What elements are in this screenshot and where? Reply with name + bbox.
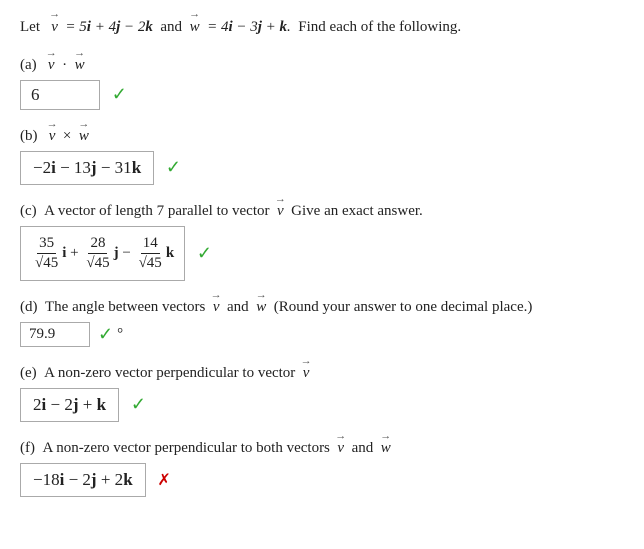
part-d: (d) The angle between vectors v and w (R… xyxy=(20,299,624,347)
part-b-label: (b) v × w xyxy=(20,128,624,145)
w-arrow: w xyxy=(190,16,200,39)
part-c-frac-k-frac: 14 √45 xyxy=(137,235,164,272)
part-f-answer-row: −18i − 2j + 2k ✗ xyxy=(20,463,624,497)
part-b-v: v xyxy=(49,128,56,145)
part-e-v: v xyxy=(303,365,310,382)
instruction: Find each of the following. xyxy=(298,19,461,35)
part-a-answer-box[interactable]: 6 xyxy=(20,80,100,110)
part-d-and: and xyxy=(227,299,249,315)
part-d-check-icon: ✓ xyxy=(98,324,113,345)
part-a: (a) v · w 6 ✓ xyxy=(20,57,624,110)
statement-prefix: Let xyxy=(20,19,40,35)
part-e: (e) A non-zero vector perpendicular to v… xyxy=(20,365,624,422)
part-f-label: (f) A non-zero vector perpendicular to b… xyxy=(20,440,624,457)
part-b-w: w xyxy=(79,128,89,145)
part-a-v: v xyxy=(48,57,55,74)
part-f-and: and xyxy=(352,440,374,456)
part-b-answer-box[interactable]: −2i − 13j − 31k xyxy=(20,151,154,185)
part-b-check-icon: ✓ xyxy=(166,157,181,177)
part-f: (f) A non-zero vector perpendicular to b… xyxy=(20,440,624,497)
part-a-answer-value: 6 xyxy=(31,85,40,105)
part-f-v: v xyxy=(337,440,344,457)
part-b: (b) v × w −2i − 13j − 31k ✓ xyxy=(20,128,624,185)
part-e-answer-box[interactable]: 2i − 2j + k xyxy=(20,388,119,422)
and-connector: and xyxy=(160,19,182,35)
part-e-answer-value: 2i − 2j + k xyxy=(33,395,106,415)
part-e-answer-row: 2i − 2j + k ✓ xyxy=(20,388,624,422)
part-f-answer-value: −18i − 2j + 2k xyxy=(33,470,133,490)
part-e-label: (e) A non-zero vector perpendicular to v… xyxy=(20,365,624,382)
part-d-v: v xyxy=(213,299,220,316)
part-c-frac-i: 35 √45 i xyxy=(31,235,66,272)
part-f-cross-icon: ✗ xyxy=(157,472,170,489)
part-d-answer-box[interactable]: 79.9 xyxy=(20,322,90,347)
part-b-answer-value: −2i − 13j − 31k xyxy=(33,158,141,178)
part-a-answer-row: 6 ✓ xyxy=(20,80,624,110)
part-b-answer-row: −2i − 13j − 31k ✓ xyxy=(20,151,624,185)
part-d-desc: (d) The angle between vectors v and w (R… xyxy=(20,299,624,316)
part-a-check-icon: ✓ xyxy=(112,84,127,104)
part-d-answer-row: 79.9 ✓ ° xyxy=(20,322,123,347)
part-d-answer-value: 79.9 xyxy=(29,326,55,342)
v-arrow: v xyxy=(51,16,58,39)
part-c-frac-j: 28 √45 j xyxy=(82,235,118,272)
part-c-frac-j-frac: 28 √45 xyxy=(84,235,111,272)
v-vector: v = 5i + 4j − 2k xyxy=(48,19,157,35)
part-c-answer-box[interactable]: 35 √45 i + 28 √45 j − 14 √45 k xyxy=(20,226,185,281)
part-c-check-icon: ✓ xyxy=(197,243,212,263)
part-c-v: v xyxy=(277,203,284,220)
problem-statement: Let v = 5i + 4j − 2k and w = 4i − 3j + k… xyxy=(20,16,624,39)
part-d-w: w xyxy=(256,299,266,316)
part-c: (c) A vector of length 7 parallel to vec… xyxy=(20,203,624,281)
part-e-check-icon: ✓ xyxy=(131,394,146,414)
part-c-frac-k: 14 √45 k xyxy=(135,235,175,272)
part-c-answer-row: 35 √45 i + 28 √45 j − 14 √45 k ✓ xyxy=(20,226,624,281)
w-vector: w = 4i − 3j + k. xyxy=(190,19,295,35)
part-c-frac-i-frac: 35 √45 xyxy=(33,235,60,272)
part-f-w: w xyxy=(381,440,391,457)
part-d-degree: ° xyxy=(117,326,123,343)
part-a-w: w xyxy=(75,57,85,74)
part-a-label: (a) v · w xyxy=(20,57,624,74)
part-c-desc: (c) A vector of length 7 parallel to vec… xyxy=(20,203,624,220)
part-f-answer-box[interactable]: −18i − 2j + 2k xyxy=(20,463,146,497)
